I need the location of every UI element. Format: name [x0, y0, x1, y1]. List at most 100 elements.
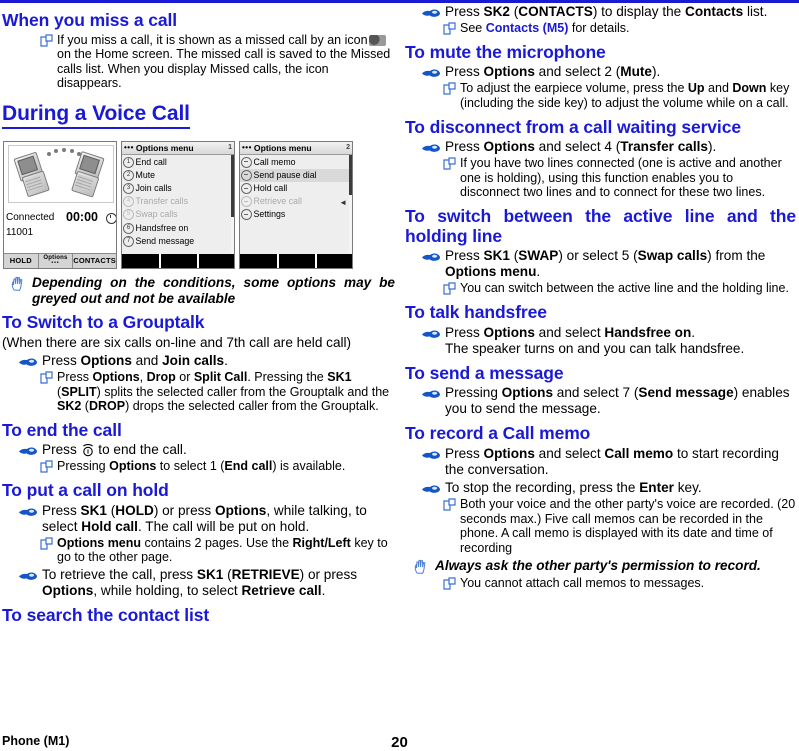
menu-softkey-bar-2: [240, 253, 352, 268]
step-text: To stop the recording, press the Enter k…: [445, 479, 702, 495]
illustration-two-phones: [8, 144, 114, 203]
figure-call-screens: Connected 00:00 11001 HOLD Options ••• C…: [3, 140, 395, 271]
call-timer: 00:00: [66, 209, 98, 224]
menu-item-number: 6: [123, 222, 134, 234]
heading-talk-handsfree: To talk handsfree: [405, 301, 547, 322]
menu-bullet-icon: [241, 209, 252, 221]
menu-scrollbar[interactable]: [231, 154, 234, 254]
menu-item[interactable]: 7 Send message: [122, 235, 234, 248]
menu-item[interactable]: 2 Mute: [122, 169, 234, 182]
note-text: Options menu contains 2 pages. Use the R…: [57, 535, 388, 565]
scroll-right-arrow-icon: ◄: [339, 197, 347, 207]
note-icon: [443, 82, 456, 95]
menu-item-disabled: 4 Transfer calls: [122, 195, 234, 208]
note-icon: [40, 460, 53, 474]
menu-scrollbar-2[interactable]: [349, 154, 352, 254]
menu-item-label: Transfer calls: [135, 196, 188, 207]
softkey-contacts[interactable]: CONTACTS: [73, 254, 116, 268]
menu-item-label: Settings: [253, 209, 286, 220]
note-icon: [40, 371, 53, 384]
hand-warning-icon: [10, 275, 28, 292]
options-menu-title-2: Options menu: [253, 142, 312, 153]
two-column-layout: When you miss a call If you miss a call,…: [0, 4, 799, 704]
menu-item-label: Send pause dial: [253, 169, 317, 180]
options-menu-titlebar: ••• Options menu 1: [122, 141, 234, 155]
menu-item[interactable]: Hold call: [240, 182, 352, 195]
softkey-options[interactable]: Options •••: [39, 253, 74, 268]
heading-line-1: To switch between the active line and th…: [405, 206, 796, 227]
step-text: Press SK1 (HOLD) or press Options, while…: [42, 502, 367, 534]
step-text: Press Options and select Handsfree on. Th…: [445, 324, 745, 356]
menu-bullet-icon: [241, 156, 252, 168]
step-stop-recording: To stop the recording, press the Enter k…: [405, 480, 796, 496]
phone-left-illustration: [13, 151, 50, 197]
options-menu-title-1: Options menu: [135, 142, 194, 153]
note-icon: [40, 537, 53, 550]
step-send-message: Pressing Options and select 7 (Send mess…: [405, 385, 796, 417]
options-menu-list-2: Call memo Send pause dial Hold call Retr…: [240, 154, 352, 254]
missed-call-inline-icon: [368, 34, 386, 46]
heading-record-call-memo: To record a Call memo: [405, 423, 591, 444]
step-text: Press Options and select 2 (Mute).: [445, 64, 661, 80]
note-icon: [443, 22, 456, 35]
menu-item-label: Handsfree on: [135, 222, 189, 233]
warning-text: Depending on the conditions, some option…: [32, 274, 395, 306]
menu-item-label: Mute: [135, 169, 156, 180]
note-text: To adjust the earpiece volume, press the…: [460, 81, 790, 110]
softkey-bar: HOLD Options ••• CONTACTS: [4, 252, 116, 268]
note-icon: [443, 577, 456, 590]
step-press-contacts: Press SK2 (CONTACTS) to display the Cont…: [405, 4, 796, 20]
note-text: You cannot attach call memos to messages…: [460, 576, 705, 591]
menu-item[interactable]: Call memo: [240, 156, 352, 169]
screen-in-call: Connected 00:00 11001 HOLD Options ••• C…: [3, 140, 117, 269]
heading-switch-active-holding-line: To switch between the active line and th…: [405, 206, 796, 227]
menu-item[interactable]: Settings: [240, 208, 352, 221]
pointing-hand-bullet-icon: [422, 449, 441, 460]
menu-item-selected[interactable]: Send pause dial: [240, 168, 352, 182]
menu-item-number: 5: [123, 209, 134, 221]
step-press-end-key: Press to end the call.: [2, 442, 395, 458]
softkey-hold[interactable]: HOLD: [4, 253, 39, 268]
warning-ask-permission: Always ask the other party's permission …: [405, 558, 796, 575]
phone-right-illustration: [69, 150, 106, 198]
step-mute: Press Options and select 2 (Mute).: [405, 64, 796, 80]
menu-item-label: Retrieve call: [253, 196, 302, 207]
header-rule: [0, 0, 799, 3]
note-options-menu-pages: Options menu contains 2 pages. Use the R…: [2, 536, 395, 565]
menu-dots-icon: •••: [124, 143, 134, 153]
note-split-drop: Press Options, Drop or Split Call. Press…: [2, 370, 395, 414]
menu-item[interactable]: 6 Handsfree on: [122, 222, 234, 235]
menu-item-number: 3: [123, 183, 134, 195]
menu-item-number: 7: [123, 235, 134, 247]
note-call-memo-details: Both your voice and the other party's vo…: [405, 497, 796, 556]
options-menu-page-indicator-1: 1: [228, 144, 232, 152]
heading-put-call-on-hold: To put a call on hold: [2, 480, 169, 501]
heading-disconnect-call-waiting: To disconnect from a call waiting servic…: [405, 116, 741, 137]
heading-search-contact-list: To search the contact list: [2, 605, 210, 625]
note-icon: [443, 282, 456, 295]
note-two-lines: If you have two lines connected (one is …: [405, 156, 796, 200]
softkey-options-dots: •••: [51, 260, 60, 267]
pointing-hand-bullet-icon: [19, 506, 38, 517]
cross-reference-link[interactable]: Contacts (M5): [486, 21, 569, 35]
note-switch-lines: You can switch between the active line a…: [405, 281, 796, 296]
pointing-hand-bullet-icon: [422, 388, 441, 399]
manual-page: When you miss a call If you miss a call,…: [0, 0, 799, 751]
step-press-join-calls: Press Options and Join calls.: [2, 353, 395, 369]
menu-item-label: Hold call: [253, 182, 288, 193]
footer-page-number: 20: [391, 734, 408, 751]
call-status-text: Connected: [6, 211, 55, 223]
menu-dots-icon: •••: [242, 143, 252, 153]
menu-item-label: End call: [135, 156, 167, 167]
menu-item[interactable]: 1 End call: [122, 156, 234, 169]
menu-item-label: Join calls: [135, 182, 172, 193]
call-number: 11001: [6, 226, 34, 238]
note-text: Both your voice and the other party's vo…: [460, 496, 796, 555]
menu-item[interactable]: 3 Join calls: [122, 182, 234, 195]
call-status-line: Connected 00:00: [6, 209, 116, 224]
pointing-hand-bullet-icon: [422, 251, 441, 262]
left-column: When you miss a call If you miss a call,…: [0, 4, 399, 704]
menu-bullet-icon: [241, 169, 252, 181]
step-text: Pressing Options and select 7 (Send mess…: [445, 385, 790, 417]
step-text: Press Options and select 4 (Transfer cal…: [445, 139, 717, 155]
